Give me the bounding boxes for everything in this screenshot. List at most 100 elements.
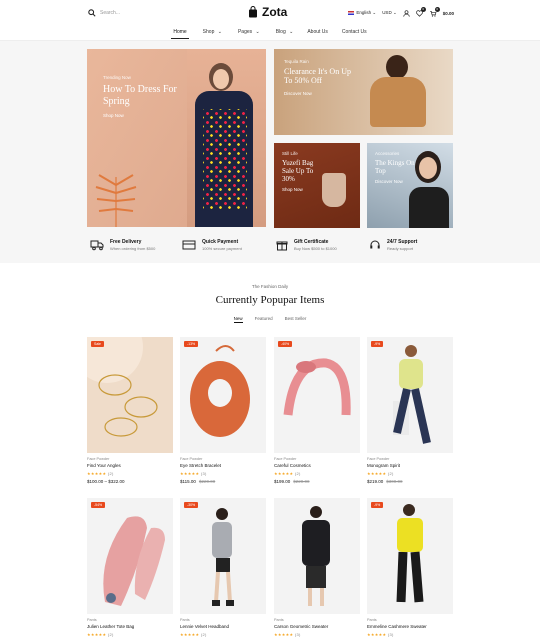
review-count: (3) bbox=[387, 632, 394, 637]
model-photo bbox=[409, 187, 449, 228]
model-photo bbox=[393, 345, 431, 444]
product-card[interactable]: -54% Pants Julien Leather Tote Bag ★★★★★… bbox=[87, 498, 173, 637]
section-title: Currently Popupar Items bbox=[215, 294, 325, 306]
product-card[interactable]: -40% Face Powder Careful Cosmetics ★★★★★… bbox=[274, 337, 360, 484]
tab-new[interactable]: New bbox=[233, 316, 243, 323]
banner-clearance-tag: Tequila Rain bbox=[284, 59, 309, 64]
product-category[interactable]: Pants bbox=[367, 618, 453, 622]
product-category[interactable]: Pants bbox=[180, 618, 266, 622]
price-old: $220.00 bbox=[293, 479, 310, 484]
product-image[interactable]: -54% bbox=[87, 498, 173, 614]
product-rating: ★★★★★ (3) bbox=[367, 632, 453, 637]
product-image[interactable]: -13% bbox=[180, 337, 266, 453]
search-box[interactable]: Search... bbox=[88, 6, 120, 20]
feature-delivery: Free Delivery When ordering from $500 bbox=[90, 238, 155, 252]
product-name[interactable]: Monogram Spirit bbox=[367, 463, 453, 468]
nav-about[interactable]: About Us bbox=[305, 26, 330, 38]
leaf-decoration bbox=[95, 174, 137, 227]
tab-best-seller[interactable]: Best Seller bbox=[285, 316, 307, 323]
gift-icon bbox=[276, 241, 288, 251]
banner-kings-tag: Accessories bbox=[375, 151, 400, 156]
cart-total[interactable]: $0.00 bbox=[443, 11, 454, 16]
product-name[interactable]: Careful Cosmetics bbox=[274, 463, 360, 468]
logo[interactable]: Zota bbox=[248, 4, 287, 20]
product-price: $219.00 $300.00 bbox=[367, 479, 453, 484]
rating-stars: ★★★★★ bbox=[367, 632, 387, 637]
rating-stars: ★★★★★ bbox=[274, 632, 294, 637]
nav-blog[interactable]: Blog ⌄ bbox=[272, 26, 296, 38]
review-count: (2) bbox=[387, 471, 394, 476]
rating-stars: ★★★★★ bbox=[367, 471, 387, 476]
product-image[interactable] bbox=[274, 498, 360, 614]
product-card[interactable]: Pants Carson Geometric Sweater ★★★★★ (3) bbox=[274, 498, 360, 637]
product-name[interactable]: Eye Stretch Bracelet bbox=[180, 463, 266, 468]
banner-yuzefi[interactable]: Still Life Yuzefi Bag Sale Up To 30% Sho… bbox=[274, 143, 360, 228]
card-icon bbox=[182, 240, 196, 250]
product-image[interactable]: -9% bbox=[367, 498, 453, 614]
product-card[interactable]: -9% Face Powder Monogram Spirit ★★★★★ (2… bbox=[367, 337, 453, 484]
product-card[interactable]: Sale Face Powder Find Your Angles ★★★★★ … bbox=[87, 337, 173, 484]
language-selector[interactable]: English ⌄ bbox=[348, 10, 376, 16]
review-count: (2) bbox=[107, 632, 114, 637]
product-image[interactable]: -30% bbox=[180, 498, 266, 614]
banner-kings-cta[interactable]: Discover Now bbox=[375, 179, 415, 184]
feature-title: Gift Certificate bbox=[294, 239, 329, 245]
tab-featured[interactable]: Featured bbox=[255, 316, 273, 323]
cart-icon[interactable]: 0 bbox=[429, 6, 440, 17]
product-category[interactable]: Face Powder bbox=[367, 457, 453, 461]
product-name[interactable]: Carson Geometric Sweater bbox=[274, 624, 360, 629]
product-name[interactable]: Find Your Angles bbox=[87, 463, 173, 468]
banner-yuzefi-cta[interactable]: Shop Now bbox=[282, 187, 326, 192]
rating-stars: ★★★★★ bbox=[87, 632, 107, 637]
search-input[interactable]: Search... bbox=[100, 10, 120, 16]
product-rating: ★★★★★ (2) bbox=[180, 632, 266, 637]
product-image[interactable]: -40% bbox=[274, 337, 360, 453]
nav-blog-label: Blog bbox=[275, 29, 286, 35]
site-header: Search... Zota English ⌄ USD ⌄ 0 0 $0.00… bbox=[0, 0, 540, 40]
nav-pages[interactable]: Pages ⌄ bbox=[234, 26, 262, 38]
product-name[interactable]: Lennie Velvet Headband bbox=[180, 624, 266, 629]
nav-shop-label: Shop bbox=[202, 29, 215, 35]
banner-kings[interactable]: Accessories The Kings On Top Discover No… bbox=[367, 143, 453, 228]
product-rating: ★★★★★ (2) bbox=[87, 632, 173, 637]
price-current: $219.00 bbox=[367, 479, 384, 484]
banner-clearance[interactable]: Tequila Rain Clearance It's On Up To 50%… bbox=[274, 49, 453, 135]
rating-stars: ★★★★★ bbox=[180, 632, 200, 637]
product-category[interactable]: Face Powder bbox=[180, 457, 266, 461]
product-card[interactable]: -9% Pants Emmeline Cashmere Sweater ★★★★… bbox=[367, 498, 453, 637]
product-image[interactable]: -9% bbox=[367, 337, 453, 453]
headband-photo bbox=[283, 358, 351, 416]
product-category[interactable]: Pants bbox=[87, 618, 173, 622]
product-image[interactable]: Sale bbox=[87, 337, 173, 453]
wishlist-icon[interactable]: 0 bbox=[415, 6, 426, 17]
product-category[interactable]: Face Powder bbox=[274, 457, 360, 461]
rating-stars: ★★★★★ bbox=[180, 471, 200, 476]
model-photo bbox=[396, 504, 424, 603]
product-rating: ★★★★★ (3) bbox=[274, 632, 360, 637]
banner-yuzefi-tag: Still Life bbox=[282, 151, 298, 156]
nav-pages-label: Pages bbox=[237, 29, 253, 35]
banner-main-cta[interactable]: Shop Now bbox=[103, 113, 183, 118]
product-category[interactable]: Face Powder bbox=[87, 457, 173, 461]
user-icon[interactable] bbox=[403, 9, 410, 17]
bag-photo bbox=[190, 345, 250, 437]
nav-home[interactable]: Home bbox=[171, 26, 189, 39]
currency-selector[interactable]: USD ⌄ bbox=[382, 10, 397, 16]
banner-clearance-title: Clearance It's On Up To 50% Off bbox=[284, 67, 351, 86]
feature-sub: Ready support bbox=[387, 246, 414, 251]
product-card[interactable]: -13% Face Powder Eye Stretch Bracelet ★★… bbox=[180, 337, 266, 484]
nav-contact[interactable]: Contact Us bbox=[340, 26, 369, 38]
feature-sub: Buy Now $500 to $1000 bbox=[294, 246, 337, 251]
feature-support: 24/7 Support Ready support bbox=[369, 238, 417, 252]
product-name[interactable]: Emmeline Cashmere Sweater bbox=[367, 624, 453, 629]
banner-clearance-cta[interactable]: Discover Now bbox=[284, 91, 354, 96]
feature-title: Free Delivery bbox=[110, 239, 142, 245]
sale-badge: -40% bbox=[278, 341, 293, 347]
product-name[interactable]: Julien Leather Tote Bag bbox=[87, 624, 173, 629]
banner-main[interactable]: Trending Now How To Dress For Spring Sho… bbox=[87, 49, 266, 227]
product-card[interactable]: -30% Pants Lennie Velvet Headband ★★★★★ … bbox=[180, 498, 266, 637]
truck-icon bbox=[90, 240, 104, 251]
product-category[interactable]: Pants bbox=[274, 618, 360, 622]
price-current: $115.00 bbox=[180, 479, 196, 484]
nav-shop[interactable]: Shop ⌄ bbox=[199, 26, 224, 38]
